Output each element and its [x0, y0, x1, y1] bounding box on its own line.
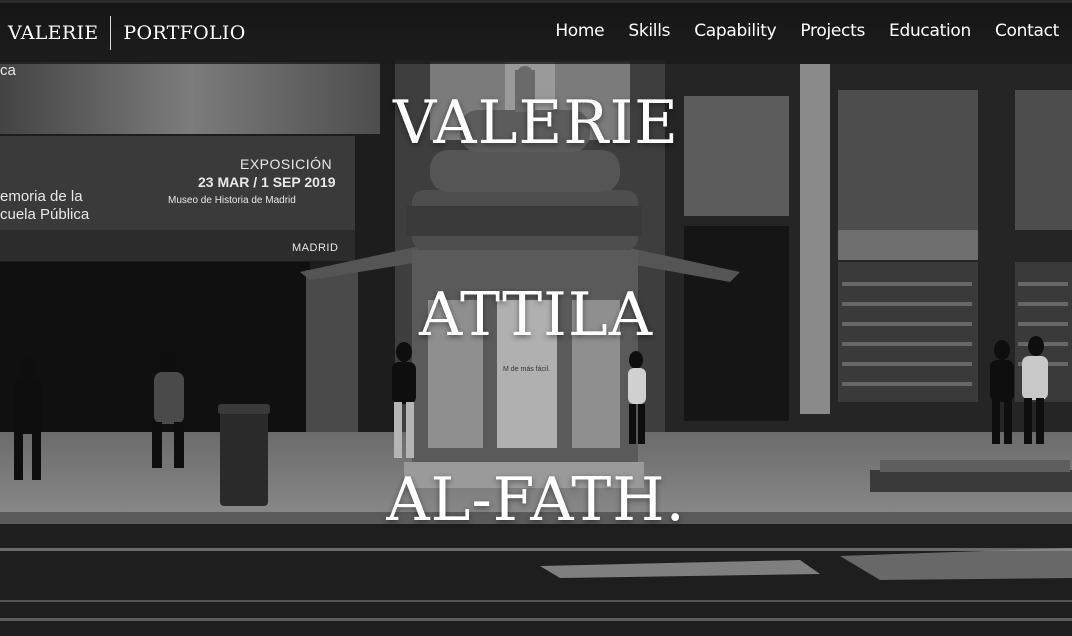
kiosk-poster-text: M de más fácil. [503, 366, 551, 373]
top-navbar: VALERIE PORTFOLIO Home Skills Capability… [0, 0, 1072, 64]
exhibit-label: EXPOSICIÓN [240, 156, 333, 172]
brand-first-name: VALERIE [8, 22, 99, 44]
brand-portfolio-label: PORTFOLIO [123, 22, 246, 44]
nav-link-skills[interactable]: Skills [628, 21, 670, 41]
hero-title-line-3: AL-FATH. [386, 465, 686, 535]
brand-logo[interactable]: VALERIE PORTFOLIO [8, 15, 246, 51]
hero-title-line-1: VALERIE [393, 88, 679, 158]
exhibit-museum: Museo de Historia de Madrid [168, 195, 296, 206]
nav-link-home[interactable]: Home [555, 21, 604, 41]
nav-link-projects[interactable]: Projects [800, 21, 865, 41]
nav-link-contact[interactable]: Contact [995, 21, 1059, 41]
hero-title-line-2: ATTILA [418, 280, 654, 350]
nav-link-capability[interactable]: Capability [694, 21, 776, 41]
madrid-logo-text: MADRID [292, 242, 339, 254]
main-nav: Home Skills Capability Projects Educatio… [555, 21, 1059, 41]
brand-divider [110, 16, 112, 50]
exhibit-title-line-2: cuela Pública [0, 206, 90, 223]
nav-link-education[interactable]: Education [889, 21, 971, 41]
photo-corner-text: ca [0, 62, 16, 79]
exhibit-dates: 23 MAR / 1 SEP 2019 [198, 174, 336, 190]
exhibit-title-line-1: emoria de la [0, 188, 83, 205]
